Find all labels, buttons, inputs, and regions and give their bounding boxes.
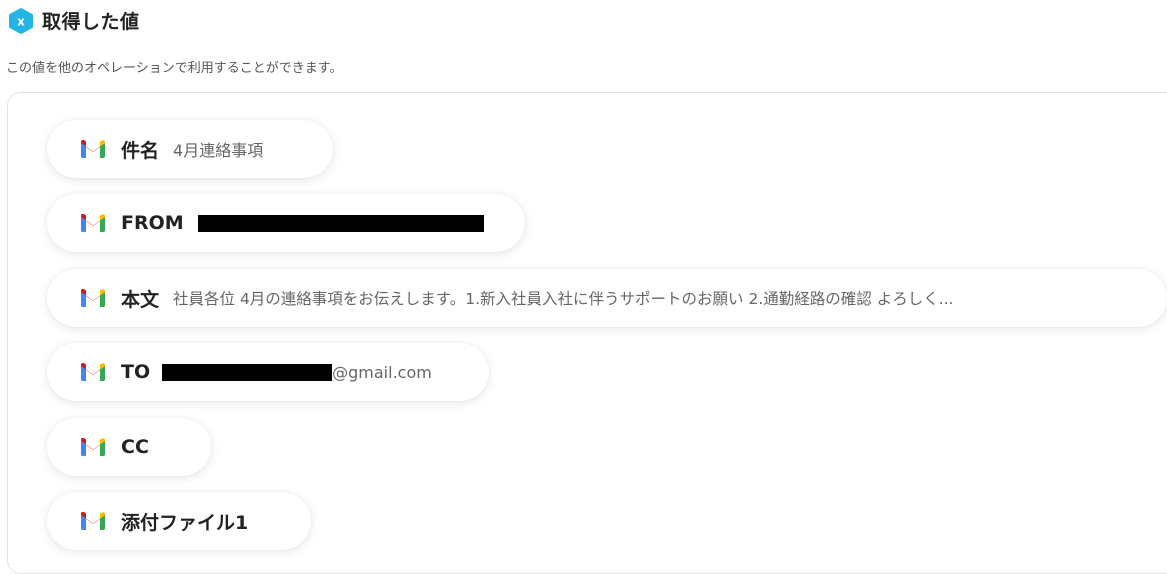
redacted-value [197, 214, 484, 232]
section-title: 取得した値 [42, 11, 140, 33]
field-label: 件名 [121, 139, 160, 162]
field-body[interactable]: 本文 社員各位 4月の連絡事項をお伝えします。1.新入社員入社に伴うサポートのお… [47, 269, 1167, 327]
gmail-icon [81, 512, 105, 530]
field-value: 社員各位 4月の連絡事項をお伝えします。1.新入社員入社に伴うサポートのお願い … [173, 290, 954, 308]
field-value: @gmail.com [332, 362, 432, 382]
field-attachment-1[interactable]: 添付ファイル1 [47, 492, 311, 550]
section-description: この値を他のオペレーションで利用することができます。 [6, 61, 343, 76]
gmail-icon [81, 438, 105, 456]
gmail-icon [81, 363, 105, 381]
field-from[interactable]: FROM [47, 194, 525, 252]
field-label: CC [121, 436, 149, 458]
field-cc[interactable]: CC [47, 418, 211, 476]
gmail-icon [81, 289, 105, 307]
section-header: x 取得した値 [8, 7, 140, 34]
field-subject[interactable]: 件名 4月連絡事項 [47, 120, 333, 178]
field-label: FROM [121, 212, 184, 234]
field-label: 添付ファイル1 [121, 511, 249, 534]
redacted-value [162, 363, 333, 381]
gmail-icon [81, 214, 105, 232]
field-to[interactable]: TO @gmail.com [47, 343, 489, 401]
gmail-icon [81, 140, 105, 158]
field-label: TO [121, 361, 151, 383]
variable-icon: x [8, 7, 34, 34]
field-label: 本文 [121, 288, 160, 311]
svg-text:x: x [17, 14, 25, 28]
field-value: 4月連絡事項 [173, 141, 264, 160]
